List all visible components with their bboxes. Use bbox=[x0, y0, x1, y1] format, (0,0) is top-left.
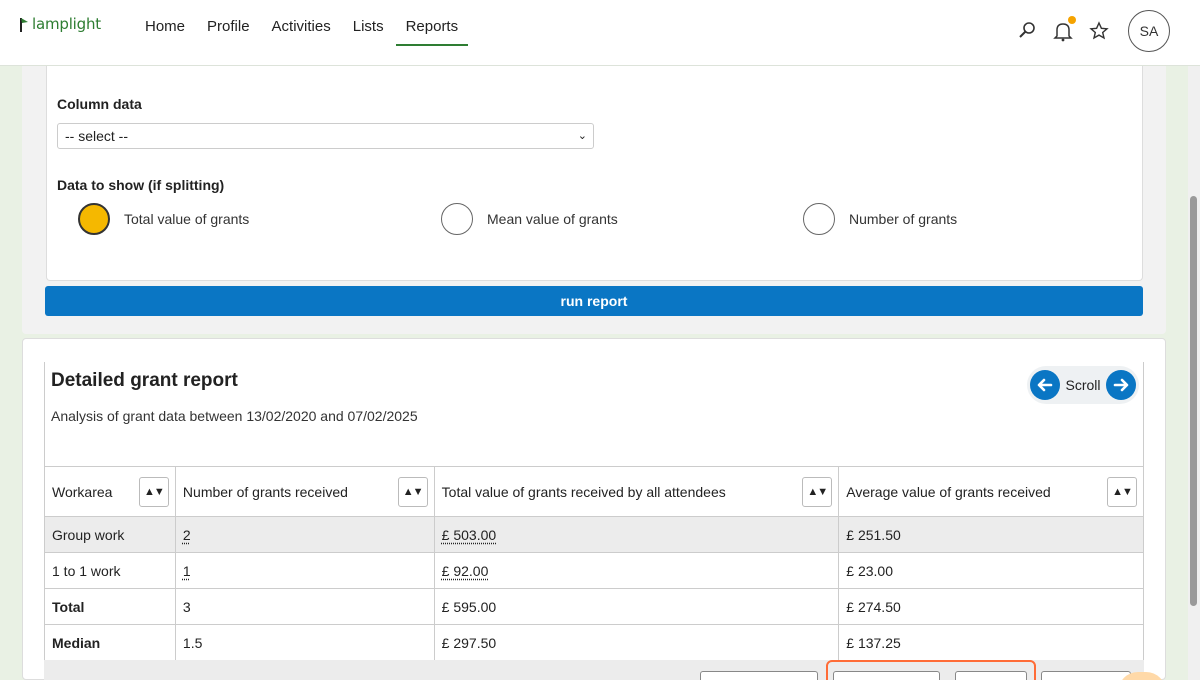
highlight-outline bbox=[826, 660, 1036, 680]
scrollbar-thumb[interactable] bbox=[1190, 196, 1197, 606]
cell-average: £ 251.50 bbox=[838, 516, 1144, 553]
column-header-label: Workarea bbox=[52, 483, 113, 500]
summary-row-total: Total 3 £ 595.00 £ 274.50 bbox=[44, 588, 1144, 625]
lamp-icon bbox=[20, 18, 28, 32]
cell-workarea: 1 to 1 work bbox=[44, 552, 176, 589]
total-link[interactable]: £ 503.00 bbox=[442, 527, 497, 543]
run-report-button[interactable]: run report bbox=[45, 286, 1143, 316]
cell-total: £ 503.00 bbox=[433, 516, 840, 553]
count-link[interactable]: 1 bbox=[183, 563, 191, 579]
cell-average: £ 23.00 bbox=[838, 552, 1144, 589]
main-nav: Home Profile Activities Lists Reports bbox=[135, 0, 470, 66]
radio-button[interactable] bbox=[803, 203, 835, 235]
table-row: Group work 2 £ 503.00 £ 251.50 bbox=[44, 516, 1144, 553]
scroll-label: Scroll bbox=[1065, 377, 1101, 393]
cell-average: £ 274.50 bbox=[838, 588, 1144, 625]
more-button[interactable] bbox=[1041, 671, 1131, 680]
page-scrollbar[interactable] bbox=[1188, 66, 1200, 680]
column-header-total-value: Total value of grants received by all at… bbox=[433, 466, 840, 517]
column-header-label: Average value of grants received bbox=[846, 483, 1051, 500]
top-navigation-bar: lamplight Home Profile Activities Lists … bbox=[0, 0, 1200, 66]
data-to-show-label: Data to show (if splitting) bbox=[57, 177, 225, 193]
notification-dot bbox=[1068, 16, 1076, 24]
sort-toggle-icon[interactable]: ▲▼ bbox=[1107, 477, 1137, 507]
sort-toggle-icon[interactable]: ▲▼ bbox=[802, 477, 833, 507]
star-icon[interactable] bbox=[1088, 20, 1110, 42]
column-data-select[interactable]: -- select -- ⌄ bbox=[57, 123, 594, 149]
top-icons: SA bbox=[1016, 10, 1170, 52]
report-subtitle: Analysis of grant data between 13/02/202… bbox=[51, 408, 418, 424]
nav-reports[interactable]: Reports bbox=[395, 0, 469, 46]
count-link[interactable]: 2 bbox=[183, 527, 191, 543]
column-header-workarea: Workarea ▲▼ bbox=[44, 466, 176, 517]
scroll-left-arrow-icon[interactable] bbox=[1030, 370, 1060, 400]
column-data-select-value: -- select -- bbox=[65, 128, 128, 144]
cell-count: 2 bbox=[174, 516, 435, 553]
column-header-label: Number of grants received bbox=[182, 483, 348, 500]
total-link[interactable]: £ 92.00 bbox=[442, 563, 489, 579]
search-icon[interactable] bbox=[1016, 20, 1038, 42]
radio-label-mean-value: Mean value of grants bbox=[487, 211, 618, 227]
radio-mean-value[interactable]: Mean value of grants bbox=[441, 203, 618, 235]
column-data-label: Column data bbox=[57, 96, 142, 112]
column-header-label: Total value of grants received by all at… bbox=[441, 483, 726, 500]
cell-summary-label: Total bbox=[44, 588, 176, 625]
logo-text: lamplight bbox=[32, 15, 101, 33]
cell-total: £ 297.50 bbox=[433, 624, 840, 661]
cell-count: 1.5 bbox=[174, 624, 435, 661]
nav-profile[interactable]: Profile bbox=[197, 0, 260, 46]
grant-report-table: Workarea ▲▼ Number of grants received ▲▼… bbox=[44, 466, 1144, 661]
scroll-right-arrow-icon[interactable] bbox=[1105, 370, 1136, 400]
radio-button[interactable] bbox=[441, 203, 473, 235]
radio-number-grants[interactable]: Number of grants bbox=[803, 203, 957, 235]
cell-count: 3 bbox=[174, 588, 435, 625]
report-options-card bbox=[46, 66, 1143, 281]
notifications-bell-icon[interactable] bbox=[1052, 16, 1076, 42]
export-button[interactable] bbox=[700, 671, 818, 680]
nav-lists[interactable]: Lists bbox=[343, 0, 394, 46]
cell-total: £ 92.00 bbox=[433, 552, 840, 589]
radio-label-total-value: Total value of grants bbox=[124, 211, 250, 227]
nav-activities[interactable]: Activities bbox=[262, 0, 341, 46]
column-header-number-grants: Number of grants received ▲▼ bbox=[174, 466, 435, 517]
cell-summary-label: Median bbox=[44, 624, 176, 661]
radio-total-value[interactable]: Total value of grants bbox=[78, 203, 249, 235]
scroll-control: Scroll bbox=[1027, 366, 1139, 404]
sort-toggle-icon[interactable]: ▲▼ bbox=[397, 477, 428, 507]
sort-toggle-icon[interactable]: ▲▼ bbox=[138, 477, 169, 507]
radio-button-checked[interactable] bbox=[78, 203, 110, 235]
nav-home[interactable]: Home bbox=[135, 0, 195, 46]
table-header-row: Workarea ▲▼ Number of grants received ▲▼… bbox=[44, 466, 1144, 517]
cell-count: 1 bbox=[174, 552, 435, 589]
cell-total: £ 595.00 bbox=[433, 588, 840, 625]
radio-label-number-grants: Number of grants bbox=[849, 211, 958, 227]
lamplight-logo[interactable]: lamplight bbox=[20, 15, 101, 33]
cell-workarea: Group work bbox=[44, 516, 176, 553]
summary-row-median: Median 1.5 £ 297.50 £ 137.25 bbox=[44, 624, 1144, 661]
table-row: 1 to 1 work 1 £ 92.00 £ 23.00 bbox=[44, 552, 1144, 589]
column-header-average-value: Average value of grants received ▲▼ bbox=[838, 466, 1144, 517]
cell-average: £ 137.25 bbox=[838, 624, 1144, 661]
chevron-down-icon: ⌄ bbox=[577, 130, 587, 142]
user-avatar[interactable]: SA bbox=[1128, 10, 1170, 52]
report-title: Detailed grant report bbox=[51, 370, 238, 391]
